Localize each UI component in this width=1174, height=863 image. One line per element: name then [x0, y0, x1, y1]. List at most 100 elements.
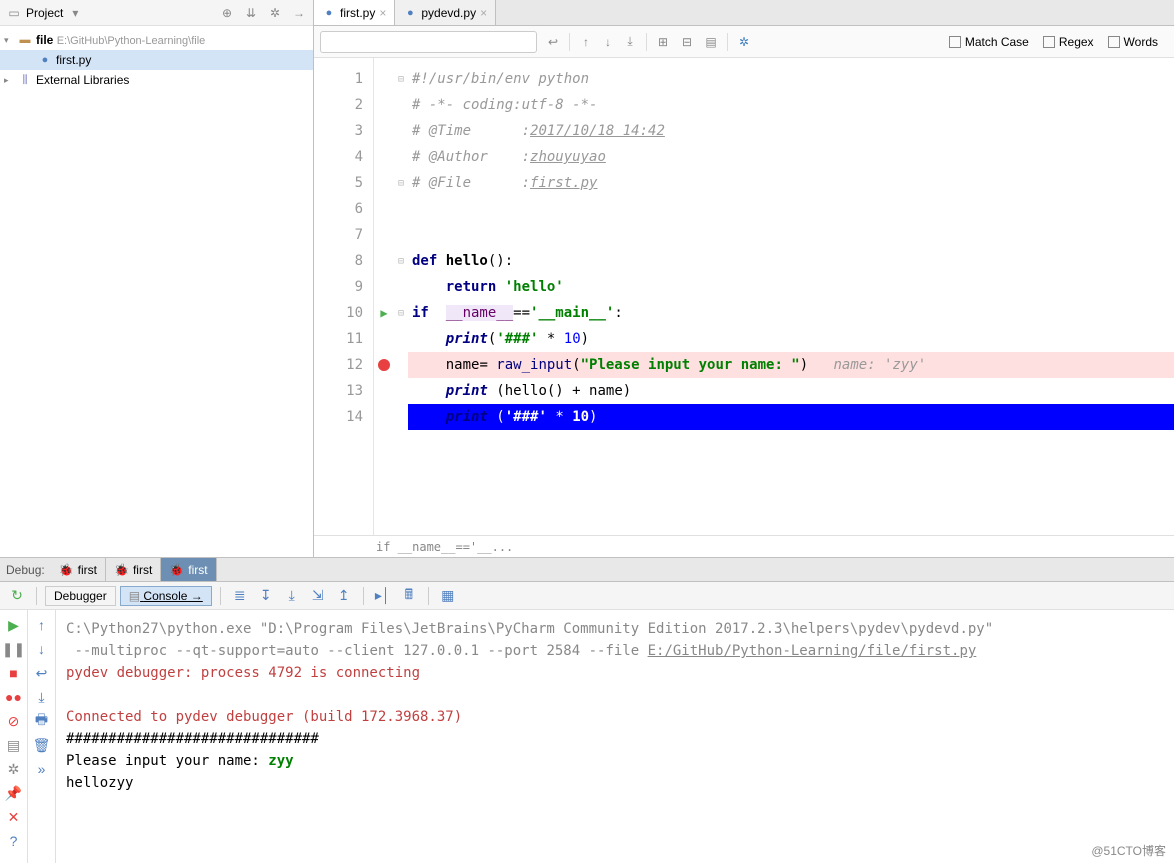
match-case-label: Match Case	[965, 35, 1029, 49]
tab-first-py[interactable]: ● first.py ×	[314, 0, 395, 25]
fold-column: ⊟ ⊟ ⊟ ⊟	[394, 58, 408, 535]
folder-icon: ▬	[18, 33, 32, 47]
collapse-icon[interactable]: ⇊	[243, 5, 259, 21]
words-label: Words	[1124, 35, 1158, 49]
editor-breadcrumb[interactable]: if __name__=='__...	[314, 535, 1174, 557]
tab-label: first.py	[340, 6, 375, 20]
step-into-icon[interactable]: ↧	[255, 585, 277, 607]
code-editor[interactable]: 1 2 3 4 5 6 7 8 9 10 11 12 13 14	[314, 58, 1174, 535]
clear-icon[interactable]: 🗑	[33, 736, 51, 754]
tree-root[interactable]: ▾ ▬ file E:\GitHub\Python-Learning\file	[0, 30, 313, 50]
filter-icon[interactable]: ▤	[703, 34, 719, 50]
project-header: ▭ Project ▾ ⊕ ⇊ ✲ →	[0, 0, 313, 26]
layout-icon[interactable]: ▤	[5, 736, 23, 754]
step-over-icon[interactable]: ≣	[229, 585, 251, 607]
console-output[interactable]: C:\Python27\python.exe "D:\Program Files…	[56, 610, 1174, 863]
project-icon: ▭	[6, 5, 22, 21]
soft-wrap-icon[interactable]: ↩	[33, 664, 51, 682]
tree-root-name: file	[36, 33, 53, 47]
run-to-cursor-icon[interactable]: ▸│	[372, 585, 394, 607]
debug-panel: Debug: 🐞 first 🐞 first 🐞 first ↻ Debugger ▤…	[0, 558, 1174, 863]
tree-file-firstpy[interactable]: ● first.py	[0, 50, 313, 70]
history-icon[interactable]: ↩	[545, 34, 561, 50]
pause-icon[interactable]: ❚❚	[5, 640, 23, 658]
regex-checkbox[interactable]: Regex	[1043, 35, 1094, 49]
search-input[interactable]	[320, 31, 537, 53]
debug-side-tools: ▶ ❚❚ ■ ●● ⊘ ▤ ✲ 📌 ✕ ? ↑ ↓ ↩ ⤓ 🖶	[0, 610, 56, 863]
debug-toolbar: ↻ Debugger ▤ Console → ≣ ↧ ⤓ ⇲ ↥ ▸│ 🖩 ▦	[0, 582, 1174, 610]
close-icon[interactable]: ✕	[5, 808, 23, 826]
bug-icon: 🐞	[114, 563, 129, 577]
tree-lib-label: External Libraries	[36, 73, 129, 87]
line-numbers: 1 2 3 4 5 6 7 8 9 10 11 12 13 14	[314, 58, 374, 535]
target-icon[interactable]: ⊕	[219, 5, 235, 21]
breakpoint-icon[interactable]	[378, 359, 390, 371]
select-occurrences-icon[interactable]: ⊟	[679, 34, 695, 50]
step-into-my-icon[interactable]: ⤓	[281, 585, 303, 607]
pin-icon[interactable]: 📌	[5, 784, 23, 802]
python-file-icon: ●	[38, 53, 52, 67]
dropdown-icon[interactable]: ▾	[67, 5, 83, 21]
scroll-end-icon[interactable]: ⤓	[33, 688, 51, 706]
mute-breakpoints-icon[interactable]: ⊘	[5, 712, 23, 730]
print-icon[interactable]: 🖶	[33, 712, 51, 730]
tree-file-label: first.py	[56, 53, 91, 67]
next-match-icon[interactable]: ↓	[600, 34, 616, 50]
force-step-icon[interactable]: ⇲	[307, 585, 329, 607]
project-panel: ▭ Project ▾ ⊕ ⇊ ✲ → ▾ ▬ file E:\GitHub\P…	[0, 0, 314, 557]
gear-icon[interactable]: ✲	[267, 5, 283, 21]
code-content[interactable]: #!/usr/bin/env python # -*- coding:utf-8…	[408, 58, 1174, 535]
console-tab[interactable]: ▤ Console →	[120, 586, 212, 606]
tab-label: pydevd.py	[421, 6, 476, 20]
debug-run-tab-0[interactable]: 🐞 first	[51, 558, 106, 581]
debugger-tab[interactable]: Debugger	[45, 586, 116, 606]
down-icon[interactable]: ↓	[33, 640, 51, 658]
select-all-icon[interactable]: ⤓	[622, 34, 638, 50]
debug-tab-label: first	[133, 563, 152, 577]
prev-match-icon[interactable]: ↑	[578, 34, 594, 50]
settings-icon[interactable]: ✲	[5, 760, 23, 778]
project-tree: ▾ ▬ file E:\GitHub\Python-Learning\file …	[0, 26, 313, 94]
project-title: Project	[26, 6, 63, 20]
regex-label: Regex	[1059, 35, 1094, 49]
chevron-right-icon[interactable]: ▸	[4, 75, 14, 86]
help-icon[interactable]: ?	[5, 832, 23, 850]
watermark: @51CTO博客	[1091, 842, 1166, 859]
close-icon[interactable]: ×	[379, 6, 386, 20]
close-icon[interactable]: ×	[480, 6, 487, 20]
python-prompt-icon[interactable]: »	[33, 760, 51, 778]
words-checkbox[interactable]: Words	[1108, 35, 1158, 49]
rerun-icon[interactable]: ↻	[6, 585, 28, 607]
chevron-down-icon[interactable]: ▾	[4, 35, 14, 46]
up-icon[interactable]: ↑	[33, 616, 51, 634]
tree-external-libraries[interactable]: ▸ ⫼ External Libraries	[0, 70, 313, 90]
python-file-icon: ●	[322, 6, 336, 20]
debug-tabbar: Debug: 🐞 first 🐞 first 🐞 first	[0, 558, 1174, 582]
find-bar: 🔍 ↩ ↑ ↓ ⤓ ⊞ ⊟ ▤ ✲ Match Case Regex	[314, 26, 1174, 58]
resume-icon[interactable]: ▶	[5, 616, 23, 634]
evaluate-icon[interactable]: 🖩	[398, 585, 420, 607]
gutter-markers: ▶	[374, 58, 394, 535]
match-case-checkbox[interactable]: Match Case	[949, 35, 1029, 49]
tab-pydevd-py[interactable]: ● pydevd.py ×	[395, 0, 496, 25]
view-breakpoints-icon[interactable]: ●●	[5, 688, 23, 706]
editor-tabs: ● first.py × ● pydevd.py ×	[314, 0, 1174, 26]
gear-icon[interactable]: ✲	[736, 34, 752, 50]
debug-tab-label: first	[78, 563, 97, 577]
debug-label: Debug:	[0, 563, 51, 577]
debug-run-tab-2[interactable]: 🐞 first	[161, 558, 216, 581]
show-watches-icon[interactable]: ▦	[437, 585, 459, 607]
stop-icon[interactable]: ■	[5, 664, 23, 682]
python-file-icon: ●	[403, 6, 417, 20]
run-gutter-icon[interactable]: ▶	[380, 306, 387, 320]
debug-tab-label: first	[188, 563, 207, 577]
libraries-icon: ⫼	[18, 73, 32, 87]
bug-icon: 🐞	[169, 563, 184, 577]
step-out-icon[interactable]: ↥	[333, 585, 355, 607]
bug-icon: 🐞	[59, 563, 74, 577]
add-selection-icon[interactable]: ⊞	[655, 34, 671, 50]
tree-root-path: E:\GitHub\Python-Learning\file	[57, 35, 206, 47]
editor-area: ● first.py × ● pydevd.py × 🔍 ↩ ↑	[314, 0, 1174, 557]
hide-icon[interactable]: →	[291, 5, 307, 21]
debug-run-tab-1[interactable]: 🐞 first	[106, 558, 161, 581]
